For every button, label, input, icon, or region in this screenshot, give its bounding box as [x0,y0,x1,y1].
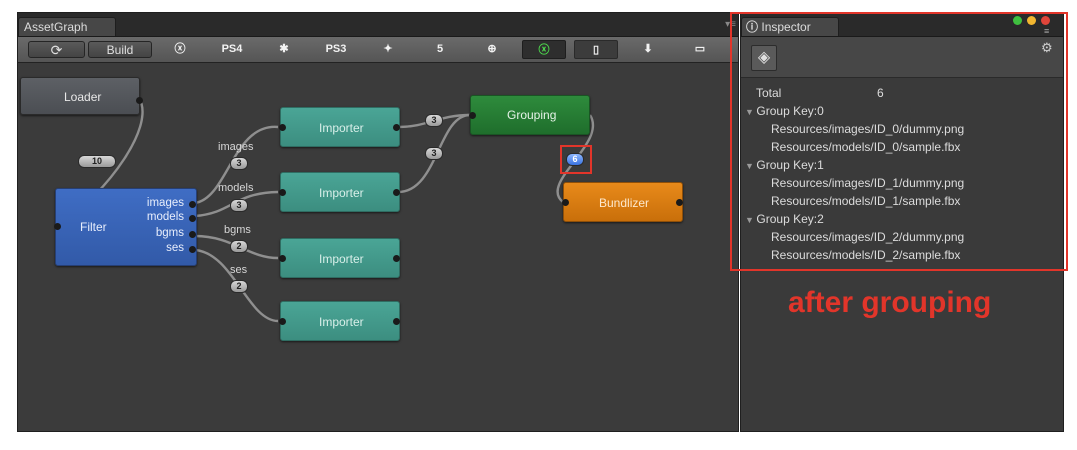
android-icon[interactable]: ✱ [262,40,306,59]
importer-input-port[interactable] [279,318,286,325]
bundlizer-node[interactable]: Bundlizer [562,182,683,222]
filter-output-models: models [146,211,184,223]
filter-output-bgms: bgms [155,227,184,239]
importer-title: Importer [319,315,364,329]
importer-input-port[interactable] [279,189,286,196]
importer-output-port[interactable] [393,255,400,262]
grouping-node-title: Grouping [507,108,557,122]
importer-title: Importer [319,252,364,266]
loader-node-title: Loader [64,90,102,104]
importer-title: Importer [319,186,364,200]
xbox-icon[interactable]: ⓧ [158,40,202,59]
xbox-one-icon[interactable]: ⓧ [522,40,566,59]
filter-ses-port[interactable] [189,246,196,253]
importer-node-ses[interactable]: Importer [279,301,400,341]
count-badge-loader-filter: 10 [78,155,116,168]
bundlizer-node-title: Bundlizer [599,196,650,210]
asset-graph-tabbar: AssetGraph ▾≡ [18,13,738,37]
filter-output-images: images [146,197,184,209]
asset-graph-toolbar: ⟳ Build ⓧ PS4 ✱ PS3 ✦ 5 ⊕ ⓧ ▯ ⬇ ▭ [18,37,738,63]
globe-icon[interactable]: ⊕ [470,40,514,59]
count-badge-images: 3 [230,157,248,170]
annotation-caption: after grouping [788,286,992,319]
importer-title: Importer [319,121,364,135]
gamepad-icon[interactable]: ▭ [678,40,722,59]
count-badge-bgms: 2 [230,240,248,253]
count-badge-importer2-grouping: 3 [425,147,443,160]
wire-label-models: models [218,182,254,194]
grouping-node[interactable]: Grouping [469,95,590,135]
count-badge-models: 3 [230,199,248,212]
importer-node-models[interactable]: Importer [279,172,400,212]
importer-output-port[interactable] [393,189,400,196]
filter-models-port[interactable] [189,215,196,222]
asset-graph-window: AssetGraph ▾≡ ⟳ Build ⓧ PS4 ✱ PS3 ✦ 5 ⊕ ⓧ ▯ ⬇ ▭ Lo… [17,12,739,432]
grouping-input-port[interactable] [469,112,476,119]
bundlizer-input-port[interactable] [562,199,569,206]
filter-output-ses: ses [166,242,184,254]
loader-output-port[interactable] [136,97,143,104]
filter-node[interactable]: Filter images models bgms ses [54,188,197,266]
highlight-marker [560,145,592,174]
graph-canvas[interactable]: Loader Filter images models bgms ses Imp… [18,63,738,431]
download-icon[interactable]: ⬇ [626,40,670,59]
importer-node-images[interactable]: Importer [279,107,400,147]
bundlizer-output-port[interactable] [676,199,683,206]
wire-label-images: images [218,141,254,153]
wire-label-bgms: bgms [224,224,251,236]
importer-output-port[interactable] [393,318,400,325]
wire-label-ses: ses [230,264,248,276]
filter-bgms-port[interactable] [189,231,196,238]
ps3-icon[interactable]: PS3 [314,40,358,59]
importer-input-port[interactable] [279,124,286,131]
build-button[interactable]: Build [88,41,152,58]
importer-input-port[interactable] [279,255,286,262]
asset-graph-tab[interactable]: AssetGraph [18,17,116,36]
mobile-icon[interactable]: ▯ [574,40,618,59]
highlight-box [730,12,1068,271]
importer-output-port[interactable] [393,124,400,131]
importer-node-bgms[interactable]: Importer [279,238,400,278]
filter-node-title: Filter [80,220,107,234]
html5-icon[interactable]: 5 [418,40,462,59]
refresh-icon: ⟳ [50,42,63,58]
filter-input-port[interactable] [54,223,61,230]
count-badge-importer1-grouping: 3 [425,114,443,127]
ps4-icon[interactable]: PS4 [210,40,254,59]
count-badge-ses: 2 [230,280,248,293]
filter-images-port[interactable] [189,201,196,208]
loader-node[interactable]: Loader [20,77,143,115]
unity-icon[interactable]: ✦ [366,40,410,59]
refresh-button[interactable]: ⟳ [28,41,85,58]
